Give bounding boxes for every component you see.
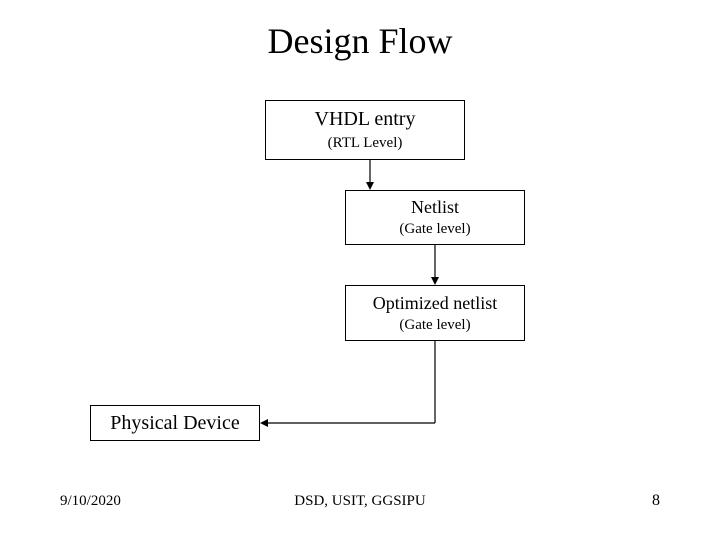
box-netlist-line1: Netlist: [411, 197, 459, 218]
box-opt-netlist-line2: (Gate level): [399, 317, 470, 334]
footer-page-number: 8: [652, 492, 660, 510]
box-netlist-line2: (Gate level): [399, 221, 470, 238]
arrow-vhdl-to-netlist: [360, 160, 380, 190]
box-optimized-netlist: Optimized netlist (Gate level): [345, 285, 525, 341]
arrow-optimized-to-physical: [255, 341, 445, 431]
box-netlist: Netlist (Gate level): [345, 190, 525, 245]
box-vhdl-entry: VHDL entry (RTL Level): [265, 100, 465, 160]
box-vhdl-entry-line2: (RTL Level): [328, 135, 403, 152]
box-physical-device: Physical Device: [90, 405, 260, 441]
box-physical-device-line1: Physical Device: [110, 412, 239, 435]
arrow-netlist-to-optimized: [425, 245, 445, 285]
box-vhdl-entry-line1: VHDL entry: [315, 108, 416, 131]
footer-center: DSD, USIT, GGSIPU: [0, 493, 720, 510]
slide-title: Design Flow: [0, 20, 720, 62]
box-opt-netlist-line1: Optimized netlist: [373, 293, 497, 314]
